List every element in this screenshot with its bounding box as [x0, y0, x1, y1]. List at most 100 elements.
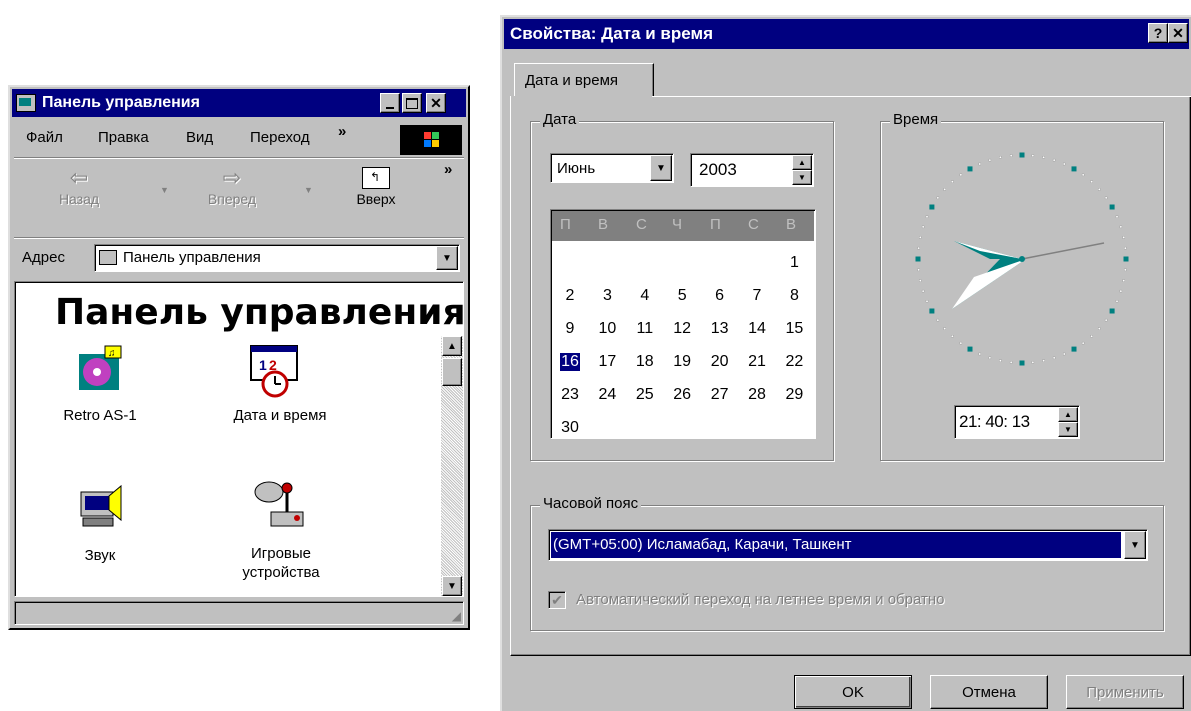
calendar-day[interactable]: 12 — [667, 320, 697, 338]
year-spinner[interactable]: 2003 ▲ ▼ — [690, 153, 814, 187]
calendar-days: 1 2 3 4 5 6 7 8 9 10 11 12 13 14 15 16 17 18 19 20 21 22 23 24 2… — [551, 210, 815, 438]
calendar-day[interactable]: 24 — [592, 386, 622, 404]
calendar-day[interactable]: 27 — [705, 386, 735, 404]
back-button[interactable]: ⇦ Назад — [44, 165, 114, 207]
menu-item-edit[interactable]: Правка — [98, 129, 149, 146]
calendar-day[interactable]: 16 — [560, 353, 580, 371]
forward-button[interactable]: ⇨ Вперед — [192, 165, 272, 207]
calendar-day[interactable]: 29 — [779, 386, 809, 404]
menu-more-chevron[interactable]: » — [338, 123, 346, 140]
back-dropdown-icon[interactable]: ▼ — [160, 185, 169, 195]
tab-datetime[interactable]: Дата и время — [514, 63, 654, 97]
clock-minute-mark — [978, 352, 981, 356]
icon-label-sound[interactable]: Звук — [45, 546, 155, 565]
vertical-scrollbar[interactable]: ▲ ▼ — [441, 336, 463, 596]
icon-label-gamepad[interactable]: Игровые устройства — [211, 544, 351, 582]
year-up-button[interactable]: ▲ — [792, 155, 812, 170]
minimize-button[interactable] — [380, 93, 400, 113]
calendar-day[interactable]: 26 — [667, 386, 697, 404]
icon-label-retro[interactable]: Retro AS-1 — [45, 406, 155, 425]
clock-hour-mark — [1019, 360, 1025, 366]
calendar-day[interactable]: 9 — [555, 320, 585, 338]
checkbox-box[interactable]: ✔ — [548, 591, 566, 609]
month-dropdown-button[interactable]: ▼ — [650, 155, 672, 181]
calendar[interactable]: П В С Ч П С В 1 2 3 4 5 6 7 8 9 10 11 12 13 14 15 16 17 1… — [550, 209, 816, 439]
help-button[interactable]: ? — [1148, 23, 1168, 43]
menu-item-go[interactable]: Переход — [250, 129, 310, 146]
clock-hour-mark — [929, 308, 935, 314]
time-up-button[interactable]: ▲ — [1058, 407, 1078, 422]
month-select[interactable]: Июнь ▼ — [550, 153, 674, 183]
toolbar-more-chevron[interactable]: » — [444, 161, 452, 178]
up-button[interactable]: ↰ Вверх — [336, 165, 416, 207]
calendar-day[interactable]: 19 — [667, 353, 697, 371]
forward-dropdown-icon[interactable]: ▼ — [304, 185, 313, 195]
calendar-day[interactable]: 21 — [742, 353, 772, 371]
maximize-icon — [406, 97, 418, 109]
calendar-clock-icon[interactable]: 1 2 — [247, 342, 303, 398]
calendar-day[interactable]: 6 — [705, 287, 735, 305]
status-bar: ◢ — [14, 601, 464, 625]
calendar-day[interactable]: 7 — [742, 287, 772, 305]
menu-item-view[interactable]: Вид — [186, 129, 213, 146]
joystick-icon[interactable] — [251, 474, 307, 530]
dst-checkbox[interactable]: ✔ Автоматический переход на летнее время… — [548, 589, 1048, 613]
clock-minute-mark — [1122, 236, 1125, 239]
time-spinner[interactable]: 21: 40: 13 ▲ ▼ — [954, 405, 1080, 439]
calendar-day[interactable]: 1 — [779, 254, 809, 272]
dialog-titlebar[interactable]: Свойства: Дата и время — [504, 19, 1189, 49]
calendar-day[interactable]: 4 — [630, 287, 660, 305]
calendar-day[interactable]: 30 — [555, 419, 585, 437]
scroll-down-arrow-icon: ▼ — [447, 580, 457, 592]
time-group-label: Время — [890, 111, 942, 128]
date-group-label: Дата — [540, 111, 580, 128]
windows-logo-icon — [400, 125, 462, 155]
clock-minute-mark — [925, 215, 929, 218]
calendar-day[interactable]: 20 — [705, 353, 735, 371]
dropdown-arrow-icon: ▼ — [1130, 539, 1140, 551]
clock-minute-mark — [1098, 188, 1101, 191]
calendar-day[interactable]: 3 — [592, 287, 622, 305]
clock-minute-mark — [1031, 154, 1035, 157]
help-icon: ? — [1153, 25, 1163, 41]
ok-button[interactable]: OK — [794, 675, 912, 709]
calendar-day[interactable]: 22 — [779, 353, 809, 371]
scroll-down-button[interactable]: ▼ — [442, 576, 462, 596]
multimedia-icon[interactable]: ♫ — [75, 344, 125, 394]
clock-minute-mark — [1124, 268, 1127, 272]
time-down-button[interactable]: ▼ — [1058, 422, 1078, 437]
apply-button[interactable]: Применить — [1066, 675, 1184, 709]
address-dropdown-button[interactable]: ▼ — [436, 246, 458, 270]
year-down-button[interactable]: ▼ — [792, 170, 812, 185]
maximize-button[interactable] — [402, 93, 422, 113]
clock-minute-mark — [919, 279, 922, 282]
calendar-day[interactable]: 2 — [555, 287, 585, 305]
calendar-day[interactable]: 25 — [630, 386, 660, 404]
calendar-day[interactable]: 23 — [555, 386, 585, 404]
calendar-day[interactable]: 18 — [630, 353, 660, 371]
timezone-dropdown-button[interactable]: ▼ — [1124, 531, 1146, 559]
clock-minute-mark — [1009, 361, 1013, 364]
calendar-day[interactable]: 11 — [630, 320, 660, 338]
calendar-day[interactable]: 15 — [779, 320, 809, 338]
address-input[interactable]: Панель управления ▼ — [94, 244, 460, 272]
control-panel-window: Панель управления ✕ Файл Правка Вид Пере… — [8, 85, 470, 630]
calendar-day[interactable]: 13 — [705, 320, 735, 338]
calendar-day[interactable]: 14 — [742, 320, 772, 338]
calendar-day[interactable]: 10 — [592, 320, 622, 338]
dialog-close-button[interactable]: ✕ — [1168, 23, 1188, 43]
scroll-thumb[interactable] — [442, 358, 462, 386]
clock-minute-mark — [921, 289, 925, 293]
speaker-icon[interactable] — [79, 478, 129, 528]
timezone-select[interactable]: (GMT+05:00) Исламабад, Карачи, Ташкент ▼ — [548, 529, 1148, 561]
scroll-up-button[interactable]: ▲ — [442, 336, 462, 356]
calendar-day[interactable]: 17 — [592, 353, 622, 371]
calendar-day[interactable]: 5 — [667, 287, 697, 305]
cancel-button[interactable]: Отмена — [930, 675, 1048, 709]
close-button[interactable]: ✕ — [426, 93, 446, 113]
calendar-day[interactable]: 28 — [742, 386, 772, 404]
menu-item-file[interactable]: Файл — [26, 129, 63, 146]
calendar-day[interactable]: 8 — [779, 287, 809, 305]
icon-label-datetime[interactable]: Дата и время — [215, 406, 345, 425]
resize-grip-icon[interactable]: ◢ — [452, 609, 461, 623]
